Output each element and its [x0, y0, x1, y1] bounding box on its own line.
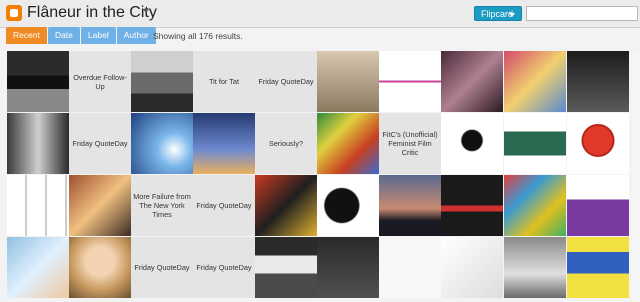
chevron-down-icon[interactable]: [143, 9, 149, 13]
blog-title[interactable]: Flâneur in the City: [27, 2, 157, 24]
tab-author[interactable]: Author: [116, 27, 156, 44]
post-thumbnail-hands-artwork[interactable]: [441, 51, 503, 112]
post-thumbnail-london-map[interactable]: [441, 237, 503, 298]
post-thumbnail-photography-ad[interactable]: [504, 113, 566, 174]
post-thumbnail-iwd-hands-graphic[interactable]: [567, 175, 629, 236]
post-thumbnail-share-post-graphic[interactable]: [379, 237, 441, 298]
top-bar: Flâneur in the City Flipcard: [0, 0, 640, 28]
post-thumbnail-woman-portrait-photo[interactable]: [69, 237, 131, 298]
tab-recent[interactable]: Recent: [6, 27, 47, 44]
results-count: Showing all 176 results.: [153, 31, 243, 41]
post-title-card[interactable]: More Failure from The New York Times: [131, 175, 193, 236]
post-thumbnail-sign-photo[interactable]: [317, 51, 379, 112]
post-thumbnail-building-window-photo[interactable]: [7, 113, 69, 174]
post-title-card[interactable]: FitC's (Unofficial) Feminist Film Critic: [379, 113, 441, 174]
post-thumbnail-watercolor-painting[interactable]: [7, 237, 69, 298]
post-thumbnail-newspaper-masthead[interactable]: [317, 175, 379, 236]
post-thumbnail-sunset-street-lamp-photo[interactable]: [193, 113, 255, 174]
post-title-card[interactable]: Tit for Tat: [193, 51, 255, 112]
post-thumbnail-street-sign-photo[interactable]: [7, 51, 69, 112]
post-thumbnail-symbols-infographic[interactable]: [379, 51, 441, 112]
post-title-card[interactable]: Friday QuoteDay: [69, 113, 131, 174]
post-thumbnail-chalkboard-photo[interactable]: [317, 237, 379, 298]
post-title-card[interactable]: Seriously?: [255, 113, 317, 174]
tab-date[interactable]: Date: [47, 27, 80, 44]
chevron-down-icon: [509, 13, 515, 17]
search-input[interactable]: [526, 6, 638, 21]
post-thumbnail-protest-sign-photo[interactable]: [255, 237, 317, 298]
post-thumbnail-movie-stills[interactable]: [69, 175, 131, 236]
tab-label[interactable]: Label: [80, 27, 116, 44]
scrollbar[interactable]: [632, 51, 640, 302]
post-thumbnail-blue-sky-lamp-photo[interactable]: [131, 113, 193, 174]
post-thumbnail-tablet-photo[interactable]: [567, 51, 629, 112]
post-title-card[interactable]: Overdue Follow-Up: [69, 51, 131, 112]
view-select[interactable]: Flipcard: [474, 6, 522, 21]
post-thumbnail-city-skyline-sunset-photo[interactable]: [379, 175, 441, 236]
post-thumbnail-cartoon-woman-illustration[interactable]: [441, 113, 503, 174]
post-title-card[interactable]: Friday QuoteDay: [193, 237, 255, 298]
post-thumbnail-cartoon-strip[interactable]: [7, 175, 69, 236]
post-thumbnail-comic-quote-panel[interactable]: [441, 175, 503, 236]
post-title-card[interactable]: Friday QuoteDay: [255, 51, 317, 112]
blogger-logo-icon[interactable]: [6, 5, 22, 21]
post-thumbnail-parked-car-photo[interactable]: [131, 51, 193, 112]
post-thumbnail-graffiti-wall-photo[interactable]: [504, 175, 566, 236]
post-thumbnail-comic-book-collage[interactable]: [317, 113, 379, 174]
post-thumbnail-drawing-in-gallery[interactable]: [504, 237, 566, 298]
sort-tabs: Recent Date Label Author: [6, 27, 157, 44]
post-thumbnail-red-button-icon[interactable]: [567, 113, 629, 174]
post-thumbnail-feminism-poster[interactable]: [567, 237, 629, 298]
post-thumbnail-movie-poster-collage[interactable]: [255, 175, 317, 236]
post-title-card[interactable]: Friday QuoteDay: [193, 175, 255, 236]
post-title-card[interactable]: Friday QuoteDay: [131, 237, 193, 298]
post-thumbnail-magazine-covers[interactable]: [504, 51, 566, 112]
